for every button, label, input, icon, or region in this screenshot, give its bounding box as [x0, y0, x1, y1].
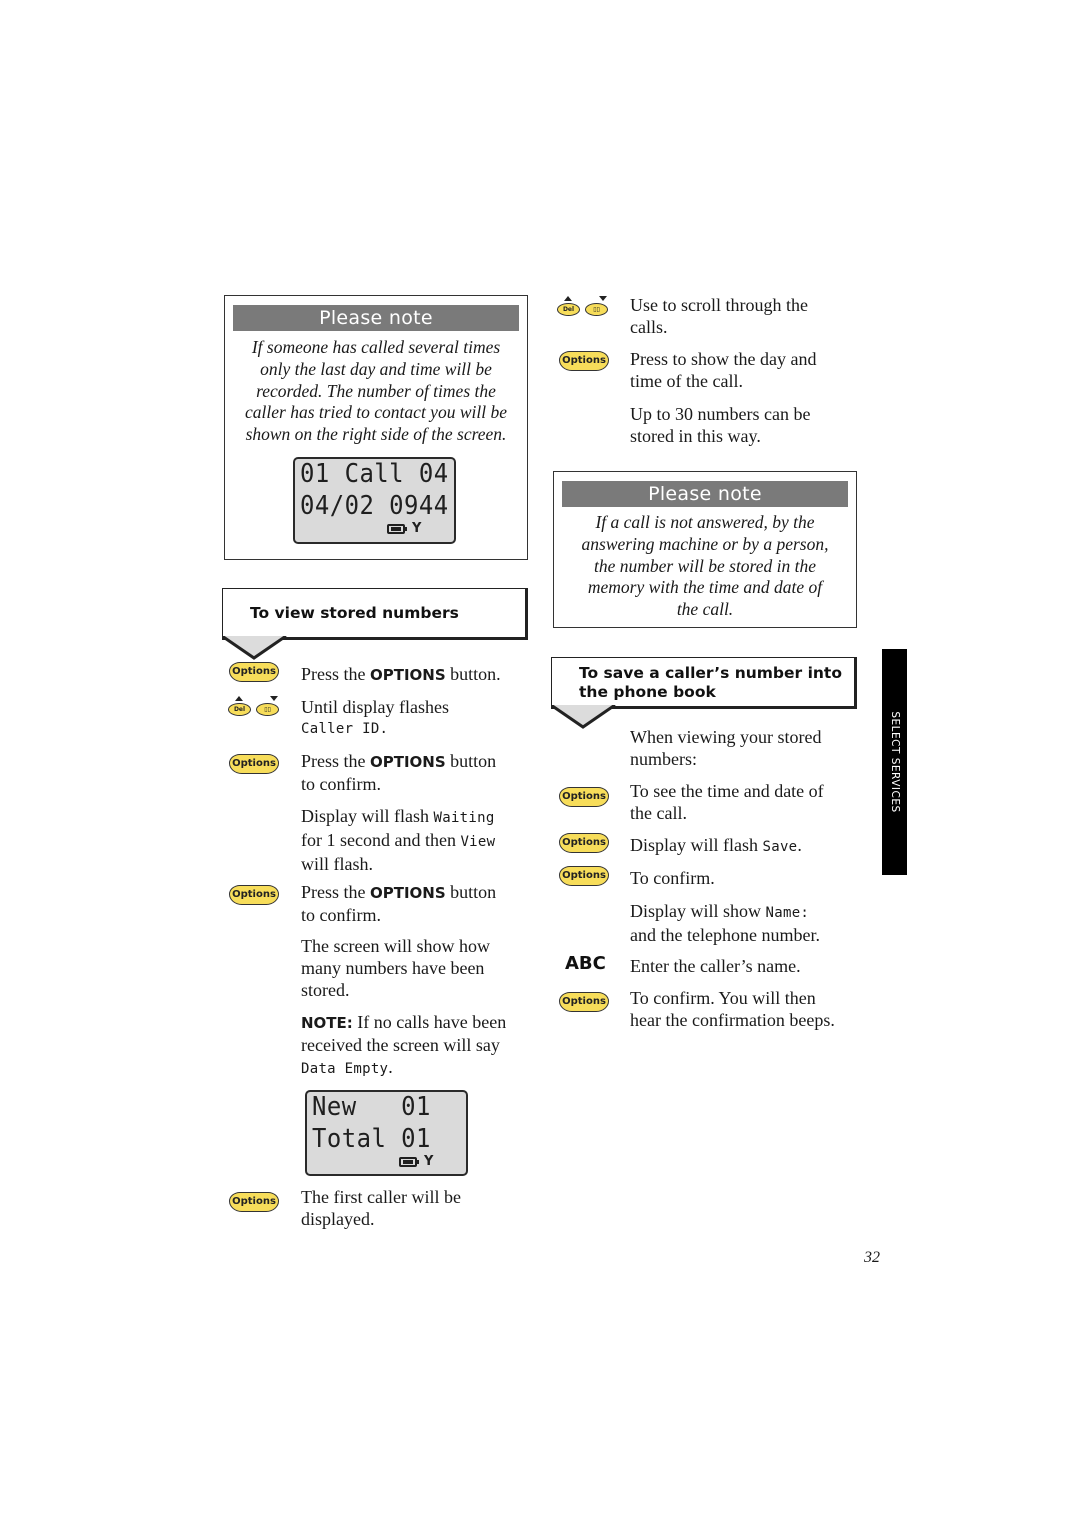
lcd-status-icons: Y	[399, 1154, 434, 1169]
section-header-save-number: To save a caller’s number into the phone…	[551, 657, 857, 709]
section-title: To save a caller’s number into the phone…	[579, 664, 842, 701]
section-side-tab: SELECT SERVICES	[882, 649, 907, 875]
step-show-day-time: Press to show the day and time of the ca…	[630, 349, 817, 391]
note-line: recorded. The number of times the	[256, 380, 496, 401]
callout-pointer	[551, 705, 616, 729]
note-line: If a call is not answered, by the	[595, 512, 815, 532]
note-text: If someone has called several times only…	[229, 337, 523, 446]
lcd-line-2: 04/02 0944	[300, 491, 449, 521]
lcd-display-call: 01 Call 04 04/02 0944 Y	[293, 457, 456, 544]
step-flash-save: Display will flash Save.	[630, 835, 802, 855]
step-enter-name: Enter the caller’s name.	[630, 956, 801, 976]
up-arrow-icon	[564, 296, 572, 301]
step-screen-shows-count: The screen will show how many numbers ha…	[301, 936, 490, 1000]
note-line: the call.	[676, 599, 734, 620]
lcd-line-1: 01 Call 04	[300, 459, 449, 489]
battery-icon	[387, 524, 407, 534]
step-confirm-beeps: To confirm. You will then hear the confi…	[630, 988, 835, 1030]
step-see-time-date: To see the time and date of the call.	[630, 781, 824, 823]
signal-icon: Y	[412, 521, 422, 536]
down-arrow-icon	[270, 696, 278, 701]
abc-key-icon: ABC	[565, 953, 606, 974]
battery-icon	[399, 1157, 419, 1167]
step-first-caller: The first caller will be displayed.	[301, 1187, 461, 1229]
signal-icon: Y	[424, 1154, 434, 1169]
note-line: memory with the time and date of	[587, 577, 823, 598]
step-until-display-flashes: Until display flashes Caller ID.	[301, 697, 449, 737]
note-line: caller has tried to contact you will be	[245, 402, 507, 423]
lcd-display-total: New 01 Total 01 Y	[305, 1090, 468, 1176]
please-note-box-right: Please note If a call is not answered, b…	[553, 471, 857, 628]
section-header-view-stored: To view stored numbers	[222, 588, 528, 640]
note-line: If someone has called several times	[251, 337, 501, 357]
callout-pointer	[222, 636, 287, 660]
options-button-icon: Options	[559, 992, 609, 1012]
note-line: shown on the right side of the screen.	[245, 424, 507, 445]
options-button-icon: Options	[559, 866, 609, 886]
lcd-status-icons: Y	[387, 521, 422, 536]
page-number: 32	[864, 1249, 880, 1266]
step-display-flash-waiting: Display will flash Waiting for 1 second …	[301, 806, 496, 874]
please-note-box-left: Please note If someone has called severa…	[224, 295, 528, 560]
step-scroll-calls: Use to scroll through the calls.	[630, 295, 808, 337]
options-button-icon: Options	[559, 351, 609, 371]
phonebook-key-icon: ▯▯	[256, 703, 279, 716]
note-header: Please note	[233, 305, 519, 331]
step-when-viewing: When viewing your stored numbers:	[630, 727, 822, 769]
step-to-confirm: To confirm.	[630, 868, 715, 888]
options-button-icon: Options	[559, 833, 609, 853]
step-up-to-30: Up to 30 numbers can be stored in this w…	[630, 404, 811, 446]
up-arrow-icon	[235, 696, 243, 701]
note-line: only the last day and time will be	[260, 358, 492, 379]
icon-column-left	[224, 652, 286, 1224]
del-key-icon: Del	[228, 703, 251, 716]
down-arrow-icon	[599, 296, 607, 301]
step-note-no-calls: NOTE: If no calls have been received the…	[301, 1012, 507, 1077]
options-button-icon: Options	[229, 662, 279, 682]
options-button-icon: Options	[229, 885, 279, 905]
lcd-line-2: Total 01	[312, 1124, 431, 1154]
phonebook-key-icon: ▯▯	[585, 303, 608, 316]
scroll-keys-icon: Del ▯▯	[228, 696, 284, 718]
section-title: To view stored numbers	[250, 604, 459, 622]
options-button-icon: Options	[559, 787, 609, 807]
step-display-name: Display will show Name: and the telephon…	[630, 901, 820, 945]
lcd-line-1: New 01	[312, 1092, 431, 1122]
note-text: If a call is not answered, by the answer…	[558, 512, 852, 621]
note-line: the number will be stored in the	[594, 555, 816, 576]
note-header: Please note	[562, 481, 848, 507]
step-press-options-confirm: Press the OPTIONS button to confirm.	[301, 751, 497, 794]
step-press-options: Press the OPTIONS button.	[301, 664, 501, 684]
del-key-icon: Del	[557, 303, 580, 316]
step-press-options-confirm-2: Press the OPTIONS button to confirm.	[301, 882, 497, 925]
scroll-keys-icon: Del ▯▯	[557, 296, 613, 318]
options-button-icon: Options	[229, 1192, 279, 1212]
note-line: answering machine or by a person,	[581, 533, 829, 554]
options-button-icon: Options	[229, 754, 279, 774]
